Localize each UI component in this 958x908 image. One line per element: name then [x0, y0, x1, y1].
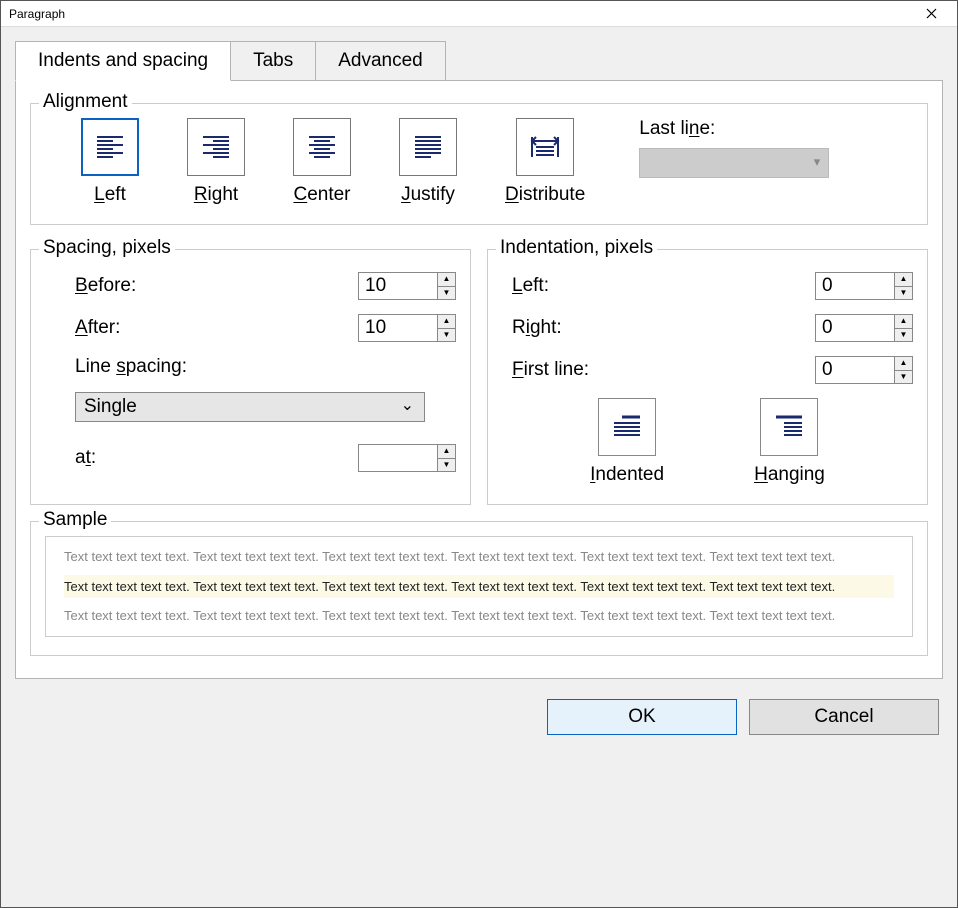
after-spinner[interactable]: ▲▼ [358, 314, 456, 342]
align-justify-label: Justify [401, 184, 455, 206]
indent-legend: Indentation, pixels [496, 237, 657, 259]
indent-left-up[interactable]: ▲ [895, 273, 912, 287]
indented-button[interactable] [598, 398, 656, 456]
tab-tabs[interactable]: Tabs [231, 41, 316, 81]
align-left-icon [95, 135, 125, 159]
indent-left-down[interactable]: ▼ [895, 287, 912, 300]
first-line-spinner[interactable]: ▲▼ [815, 356, 913, 384]
at-up[interactable]: ▲ [438, 445, 455, 459]
align-justify-icon [413, 135, 443, 159]
indent-left-label: Left: [502, 275, 815, 297]
tabstrip: Indents and spacing Tabs Advanced [15, 41, 943, 81]
sample-para-1: Text text text text text. Text text text… [64, 549, 835, 564]
before-input[interactable] [359, 273, 437, 299]
indent-left-input[interactable] [816, 273, 894, 299]
hanging-button[interactable] [760, 398, 818, 456]
sample-para-3: Text text text text text. Text text text… [64, 608, 835, 623]
sample-para-2: Text text text text text. Text text text… [64, 575, 894, 599]
line-spacing-select[interactable]: Single [75, 392, 425, 422]
spacing-legend: Spacing, pixels [39, 237, 175, 259]
at-label: at: [45, 447, 358, 469]
at-input[interactable] [359, 445, 437, 471]
indent-right-spinner[interactable]: ▲▼ [815, 314, 913, 342]
align-left-label: Left [94, 184, 126, 206]
before-spinner[interactable]: ▲▼ [358, 272, 456, 300]
indent-right-input[interactable] [816, 315, 894, 341]
alignment-legend: Alignment [39, 91, 132, 113]
hanging-label: Hanging [754, 464, 825, 486]
before-down[interactable]: ▼ [438, 287, 455, 300]
indented-label: Indented [590, 464, 664, 486]
close-icon [926, 8, 937, 19]
indent-left-spinner[interactable]: ▲▼ [815, 272, 913, 300]
alignment-group: Alignment Left Right [30, 103, 928, 225]
indent-right-label: Right: [502, 317, 815, 339]
lastline-label: Last line: [639, 118, 715, 140]
spacing-group: Spacing, pixels Before: ▲▼ After: ▲▼ [30, 249, 471, 505]
align-distribute-button[interactable] [516, 118, 574, 176]
ok-button[interactable]: OK [547, 699, 737, 735]
align-distribute-icon [530, 133, 560, 161]
tab-advanced[interactable]: Advanced [316, 41, 446, 81]
first-line-up[interactable]: ▲ [895, 357, 912, 371]
after-label: After: [45, 317, 358, 339]
hanging-icon [774, 415, 804, 439]
first-line-down[interactable]: ▼ [895, 371, 912, 384]
tab-panel: Alignment Left Right [15, 80, 943, 679]
after-up[interactable]: ▲ [438, 315, 455, 329]
content-area: Indents and spacing Tabs Advanced Alignm… [1, 27, 957, 907]
titlebar: Paragraph [1, 1, 957, 27]
before-up[interactable]: ▲ [438, 273, 455, 287]
indent-group: Indentation, pixels Left: ▲▼ Right: ▲▼ [487, 249, 928, 505]
align-center-button[interactable] [293, 118, 351, 176]
first-line-label: First line: [502, 359, 815, 381]
indent-right-up[interactable]: ▲ [895, 315, 912, 329]
sample-group: Sample Text text text text text. Text te… [30, 521, 928, 656]
indent-right-down[interactable]: ▼ [895, 329, 912, 342]
line-spacing-label: Line spacing: [45, 356, 456, 378]
before-label: Before: [45, 275, 358, 297]
align-justify-button[interactable] [399, 118, 457, 176]
lastline-select[interactable] [639, 148, 829, 178]
align-right-button[interactable] [187, 118, 245, 176]
align-center-label: Center [293, 184, 350, 206]
at-spinner[interactable]: ▲▼ [358, 444, 456, 472]
sample-legend: Sample [39, 509, 111, 531]
align-left-button[interactable] [81, 118, 139, 176]
align-center-icon [307, 135, 337, 159]
at-down[interactable]: ▼ [438, 459, 455, 472]
first-line-input[interactable] [816, 357, 894, 383]
align-distribute-label: Distribute [505, 184, 585, 206]
close-button[interactable] [911, 1, 951, 27]
sample-preview: Text text text text text. Text text text… [45, 536, 913, 637]
indented-icon [612, 415, 642, 439]
dialog-buttons: OK Cancel [15, 699, 943, 735]
align-right-icon [201, 135, 231, 159]
tab-indents-spacing[interactable]: Indents and spacing [15, 41, 231, 81]
cancel-button[interactable]: Cancel [749, 699, 939, 735]
align-right-label: Right [194, 184, 238, 206]
after-input[interactable] [359, 315, 437, 341]
window-title: Paragraph [9, 7, 65, 21]
after-down[interactable]: ▼ [438, 329, 455, 342]
